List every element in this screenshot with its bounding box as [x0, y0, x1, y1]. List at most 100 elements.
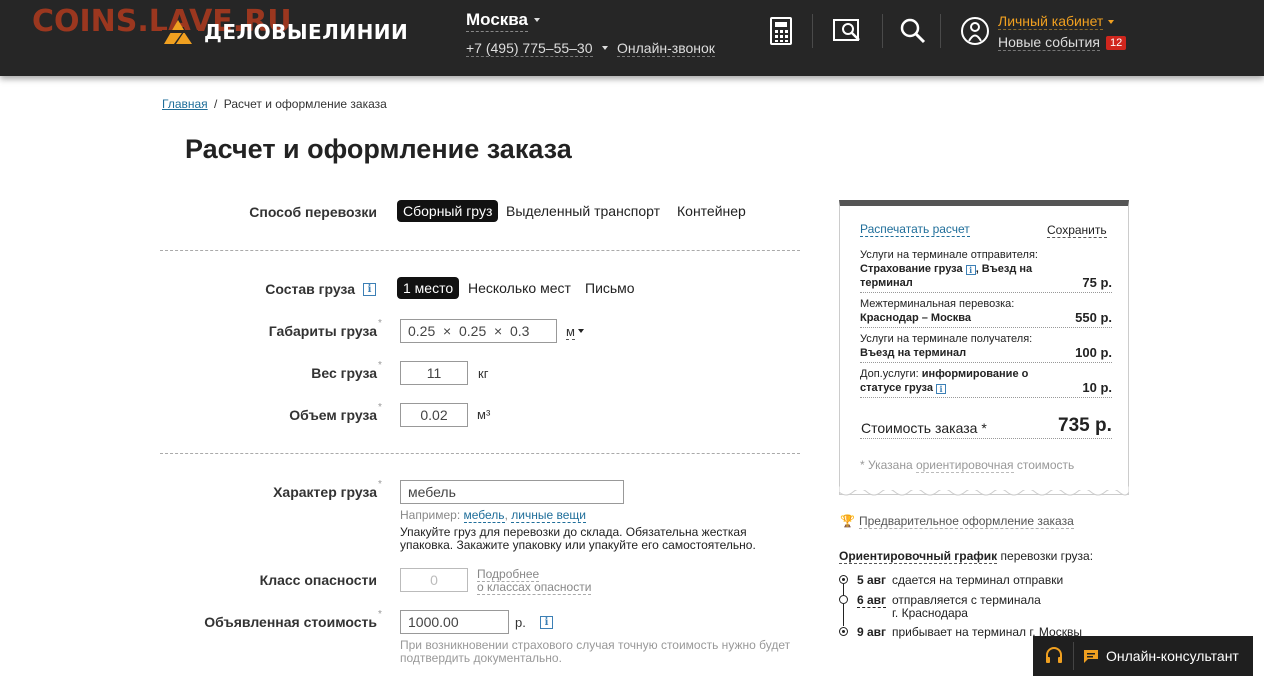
transport-option-dedicated[interactable]: Выделенный транспорт: [500, 200, 666, 222]
info-icon[interactable]: i: [936, 384, 947, 394]
schedule-title-link[interactable]: Ориентировочный график: [839, 549, 998, 564]
summary-dotted-line: [860, 397, 1112, 398]
brand-name: ДЕЛОВЫЕЛИНИИ: [204, 20, 409, 44]
composition-option-multiple[interactable]: Несколько мест: [462, 277, 577, 299]
declared-value-input[interactable]: 1000.00: [400, 610, 509, 634]
page-title: Расчет и оформление заказа: [185, 134, 572, 164]
schedule-title-text: перевозки груза:: [997, 549, 1094, 563]
weight-input[interactable]: 11: [400, 361, 468, 385]
top-header: COINS.LAVE.RU ДЕЛОВЫЕЛИНИИ Москва +7 (49…: [0, 0, 1264, 76]
summary-dotted-line: [860, 362, 1112, 363]
phone-number[interactable]: +7 (495) 775–55–30: [466, 40, 593, 57]
header-divider: [882, 14, 883, 48]
chevron-down-icon[interactable]: [534, 18, 540, 22]
volume-label: Объем груза: [289, 407, 377, 423]
dimensions-label: Габариты груза: [268, 323, 377, 339]
personal-cabinet-link[interactable]: Личный кабинет: [998, 13, 1104, 30]
info-icon[interactable]: i: [363, 283, 376, 296]
required-mark: *: [378, 402, 382, 413]
user-icon[interactable]: [960, 16, 990, 46]
timeline-dot: [839, 627, 848, 636]
order-total-value: 735 р.: [1058, 415, 1112, 436]
declared-value-unit: р.: [515, 615, 526, 630]
packaging-note: Упакуйте груз для перевозки до склада. О…: [400, 526, 756, 552]
hazard-class-info-link[interactable]: Подробнее о классах опасности: [477, 567, 592, 595]
schedule-date: 9 авг: [857, 625, 887, 639]
dimensions-input[interactable]: 0.25 × 0.25 × 0.3: [400, 319, 557, 343]
required-mark: *: [378, 360, 382, 371]
preliminary-order-link[interactable]: Предварительное оформление заказа: [859, 514, 1074, 529]
cargo-nature-input[interactable]: мебель: [400, 480, 624, 504]
weight-label: Вес груза: [311, 365, 377, 381]
chat-icon[interactable]: [1083, 648, 1099, 664]
hint-link-personal[interactable]: личные вещи: [511, 508, 586, 523]
breadcrumb-home-link[interactable]: Главная: [162, 97, 208, 111]
dimensions-unit-select[interactable]: м: [566, 324, 575, 340]
header-divider: [940, 14, 941, 48]
save-link[interactable]: Сохранить: [1047, 223, 1107, 238]
brand-logo[interactable]: ДЕЛОВЫЕЛИНИИ: [162, 14, 408, 48]
summary-item-detail: статусе груза: [860, 382, 933, 394]
new-events-link[interactable]: Новые события: [998, 34, 1100, 51]
composition-option-single[interactable]: 1 место: [397, 277, 460, 299]
chevron-down-icon[interactable]: [578, 329, 584, 333]
section-divider: [160, 453, 800, 454]
summary-item-price: 10 р.: [1082, 380, 1112, 395]
summary-item-receiver-terminal: Услуги на терминале получателя: Въезд на…: [860, 332, 1112, 360]
online-consultant-label[interactable]: Онлайн-консультант: [1106, 648, 1239, 664]
summary-item-interterminal: Межтерминальная перевозка: Краснодар – М…: [860, 297, 1112, 325]
summary-item-price: 75 р.: [1082, 275, 1112, 290]
volume-input[interactable]: 0.02: [400, 403, 468, 427]
packaging-note-line: упаковка. Закажите упаковку или упакуйте…: [400, 538, 756, 552]
summary-dotted-line: [860, 327, 1112, 328]
footnote-approx-link[interactable]: ориентировочная: [915, 458, 1014, 473]
transport-option-consolidated[interactable]: Сборный груз: [397, 200, 499, 222]
cargo-composition-label: Состав груза: [265, 281, 355, 297]
hazard-class-input[interactable]: 0: [400, 568, 468, 592]
headset-icon[interactable]: [1044, 646, 1064, 666]
hint-link-furniture[interactable]: мебель: [463, 508, 505, 523]
schedule-step-line: г. Краснодара: [892, 606, 968, 620]
summary-item-title: информирование о: [921, 368, 1029, 380]
schedule-date: 5 авг: [857, 573, 887, 587]
summary-item-title: Услуги на терминале отправителя:: [860, 249, 1038, 261]
print-calculation-link[interactable]: Распечатать расчет: [860, 222, 970, 237]
search-icon[interactable]: [898, 16, 928, 46]
brand-logo-icon: [162, 20, 198, 44]
info-icon[interactable]: i: [965, 265, 976, 275]
chevron-down-icon[interactable]: [1108, 20, 1114, 24]
chevron-down-icon[interactable]: [602, 46, 608, 50]
schedule-date-link[interactable]: 6 авг: [857, 593, 887, 608]
order-total-label: Стоимость заказа *: [861, 420, 987, 436]
footnote-text: стоимость: [1013, 458, 1075, 472]
summary-item-detail: терминал: [860, 277, 913, 289]
info-icon[interactable]: i: [540, 616, 553, 629]
city-selector[interactable]: Москва: [466, 10, 528, 32]
summary-item-detail: Въезд на терминал: [860, 347, 967, 359]
events-count-badge[interactable]: 12: [1106, 36, 1127, 50]
schedule-step-text: отправляется с терминала г. Краснодара: [892, 594, 1041, 620]
summary-item-price: 550 р.: [1075, 310, 1112, 325]
map-search-icon[interactable]: [832, 16, 862, 46]
weight-unit: кг: [478, 366, 489, 381]
hazard-link-line[interactable]: о классах опасности: [477, 580, 592, 595]
summary-item-detail: Страхование груза: [860, 263, 963, 275]
online-call-link[interactable]: Онлайн-звонок: [617, 40, 715, 57]
calculator-icon[interactable]: [766, 16, 796, 46]
timeline-dot: [839, 575, 848, 584]
summary-item-title: Доп.услуги:: [860, 368, 922, 380]
cargo-nature-label: Характер груза: [273, 484, 377, 500]
panel-torn-edge: [839, 486, 1129, 496]
timeline-dot: [839, 595, 848, 604]
insurance-note-line: подтвердить документально.: [400, 651, 562, 665]
volume-unit: м³: [477, 407, 491, 422]
composition-option-letter[interactable]: Письмо: [579, 277, 641, 299]
required-mark: *: [378, 609, 382, 620]
online-consultant-widget[interactable]: Онлайн-консультант: [1033, 636, 1253, 676]
transport-option-container[interactable]: Контейнер: [671, 200, 752, 222]
breadcrumb: Главная / Расчет и оформление заказа: [162, 97, 387, 111]
summary-item-extra-services: Доп.услуги: информирование о статусе гру…: [860, 367, 1112, 395]
breadcrumb-separator: /: [214, 97, 218, 111]
trophy-icon: 🏆: [840, 514, 855, 528]
consultant-divider: [1073, 642, 1074, 670]
